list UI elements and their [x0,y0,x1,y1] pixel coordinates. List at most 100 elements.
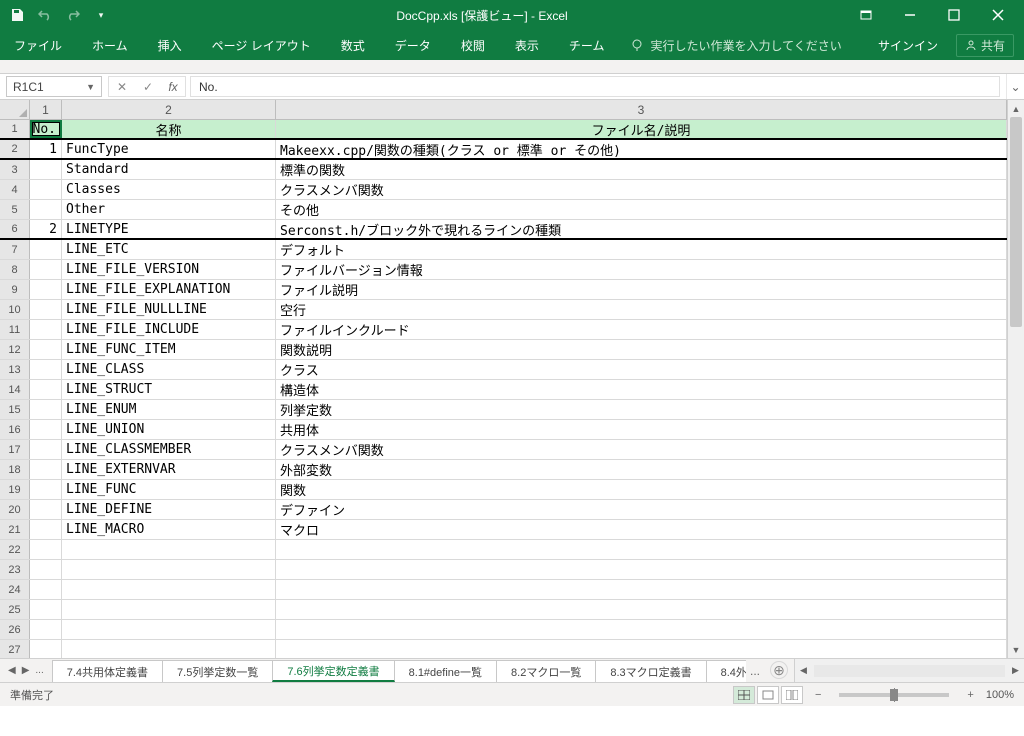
cell[interactable]: LINE_STRUCT [62,380,276,399]
zoom-level[interactable]: 100% [986,689,1014,701]
row-header[interactable]: 24 [0,580,30,599]
sheet-tab[interactable]: 7.4共用体定義書 [52,660,163,682]
row-header[interactable]: 11 [0,320,30,339]
sheet-tab[interactable]: 8.1#define一覧 [394,660,497,682]
tab-formulas[interactable]: 数式 [337,30,369,60]
row-header[interactable]: 22 [0,540,30,559]
cell[interactable] [30,640,62,658]
tab-home[interactable]: ホーム [88,30,132,60]
cell[interactable]: 名称 [62,120,276,138]
row-header[interactable]: 19 [0,480,30,499]
cell[interactable]: LINE_FILE_NULLLINE [62,300,276,319]
row-header[interactable]: 6 [0,220,30,238]
cell[interactable]: Classes [62,180,276,199]
cell[interactable]: FuncType [62,140,276,158]
cell[interactable]: ファイルバージョン情報 [276,260,1007,279]
row-header[interactable]: 15 [0,400,30,419]
formula-input[interactable]: No. [190,76,1000,97]
scrollbar-thumb[interactable] [1010,117,1022,327]
column-header[interactable]: 1 [30,100,62,119]
cell[interactable] [30,260,62,279]
sheet-nav-next-icon[interactable]: ▶ [22,665,30,676]
cell[interactable] [62,560,276,579]
cell[interactable] [30,560,62,579]
sheet-tab[interactable]: 8.3マクロ定義書 [595,660,706,682]
cell[interactable] [276,600,1007,619]
ribbon-display-options-icon[interactable] [846,1,886,29]
row-header[interactable]: 18 [0,460,30,479]
cell[interactable] [276,560,1007,579]
cell[interactable] [30,160,62,179]
cell[interactable] [276,540,1007,559]
cancel-formula-icon[interactable]: ✕ [109,80,135,94]
scroll-right-icon[interactable]: ▶ [1007,665,1024,676]
tell-me-search[interactable]: 実行したい作業を入力してください [630,37,841,54]
select-all-corner[interactable] [0,100,30,119]
row-header[interactable]: 17 [0,440,30,459]
cell[interactable] [30,580,62,599]
cell[interactable] [30,340,62,359]
scroll-left-icon[interactable]: ◀ [795,665,812,676]
row-header[interactable]: 7 [0,240,30,259]
cell[interactable] [30,360,62,379]
sheet-tab[interactable]: 7.5列挙定数一覧 [162,660,273,682]
row-header[interactable]: 1 [0,120,30,138]
sheet-more-left[interactable]: ... [35,665,43,676]
cell[interactable]: LINE_MACRO [62,520,276,539]
cell[interactable]: LINE_ETC [62,240,276,259]
cell[interactable]: デファイン [276,500,1007,519]
cell[interactable] [30,460,62,479]
row-header[interactable]: 4 [0,180,30,199]
cell[interactable]: Serconst.h/ブロック外で現れるラインの種類 [276,220,1007,238]
name-box[interactable]: R1C1 ▼ [6,76,102,97]
minimize-button[interactable] [890,1,930,29]
row-header[interactable]: 2 [0,140,30,158]
new-sheet-button[interactable]: ⊕ [770,661,788,679]
signin-link[interactable]: サインイン [878,37,938,54]
zoom-slider[interactable] [839,693,949,697]
scroll-down-icon[interactable]: ▼ [1008,641,1024,658]
page-layout-view-button[interactable] [757,686,779,704]
vertical-scrollbar[interactable]: ▲ ▼ [1007,100,1024,658]
cell[interactable]: 共用体 [276,420,1007,439]
zoom-in-button[interactable]: + [963,689,977,701]
cell[interactable] [30,240,62,259]
row-header[interactable]: 27 [0,640,30,658]
cell[interactable] [30,500,62,519]
cell[interactable]: クラス [276,360,1007,379]
page-break-view-button[interactable] [781,686,803,704]
cell[interactable] [30,520,62,539]
row-header[interactable]: 3 [0,160,30,179]
row-header[interactable]: 5 [0,200,30,219]
cell[interactable]: 関数説明 [276,340,1007,359]
cell[interactable]: 構造体 [276,380,1007,399]
cell[interactable]: 1 [30,140,62,158]
cell[interactable]: マクロ [276,520,1007,539]
cell[interactable]: 空行 [276,300,1007,319]
cell[interactable]: LINE_EXTERNVAR [62,460,276,479]
cell[interactable]: LINE_FUNC_ITEM [62,340,276,359]
cell[interactable] [30,540,62,559]
cell[interactable] [30,440,62,459]
cell[interactable] [62,640,276,658]
row-header[interactable]: 10 [0,300,30,319]
row-header[interactable]: 20 [0,500,30,519]
cell[interactable] [62,580,276,599]
cell[interactable]: その他 [276,200,1007,219]
cell[interactable]: 2 [30,220,62,238]
qat-customize-icon[interactable]: ▾ [92,6,110,24]
cell[interactable] [30,480,62,499]
sheet-tab[interactable]: 7.6列挙定数定義書 [272,660,394,682]
expand-formula-bar-icon[interactable]: ⌄ [1006,74,1024,99]
row-header[interactable]: 8 [0,260,30,279]
cell[interactable]: LINE_FILE_VERSION [62,260,276,279]
cell[interactable] [30,200,62,219]
column-header[interactable]: 2 [62,100,276,119]
cell[interactable]: ファイル名/説明 [276,120,1007,138]
cell[interactable]: 関数 [276,480,1007,499]
tab-view[interactable]: 表示 [511,30,543,60]
cell[interactable] [30,300,62,319]
cell[interactable]: LINE_FILE_EXPLANATION [62,280,276,299]
cell[interactable]: 列挙定数 [276,400,1007,419]
cell[interactable]: LINE_DEFINE [62,500,276,519]
